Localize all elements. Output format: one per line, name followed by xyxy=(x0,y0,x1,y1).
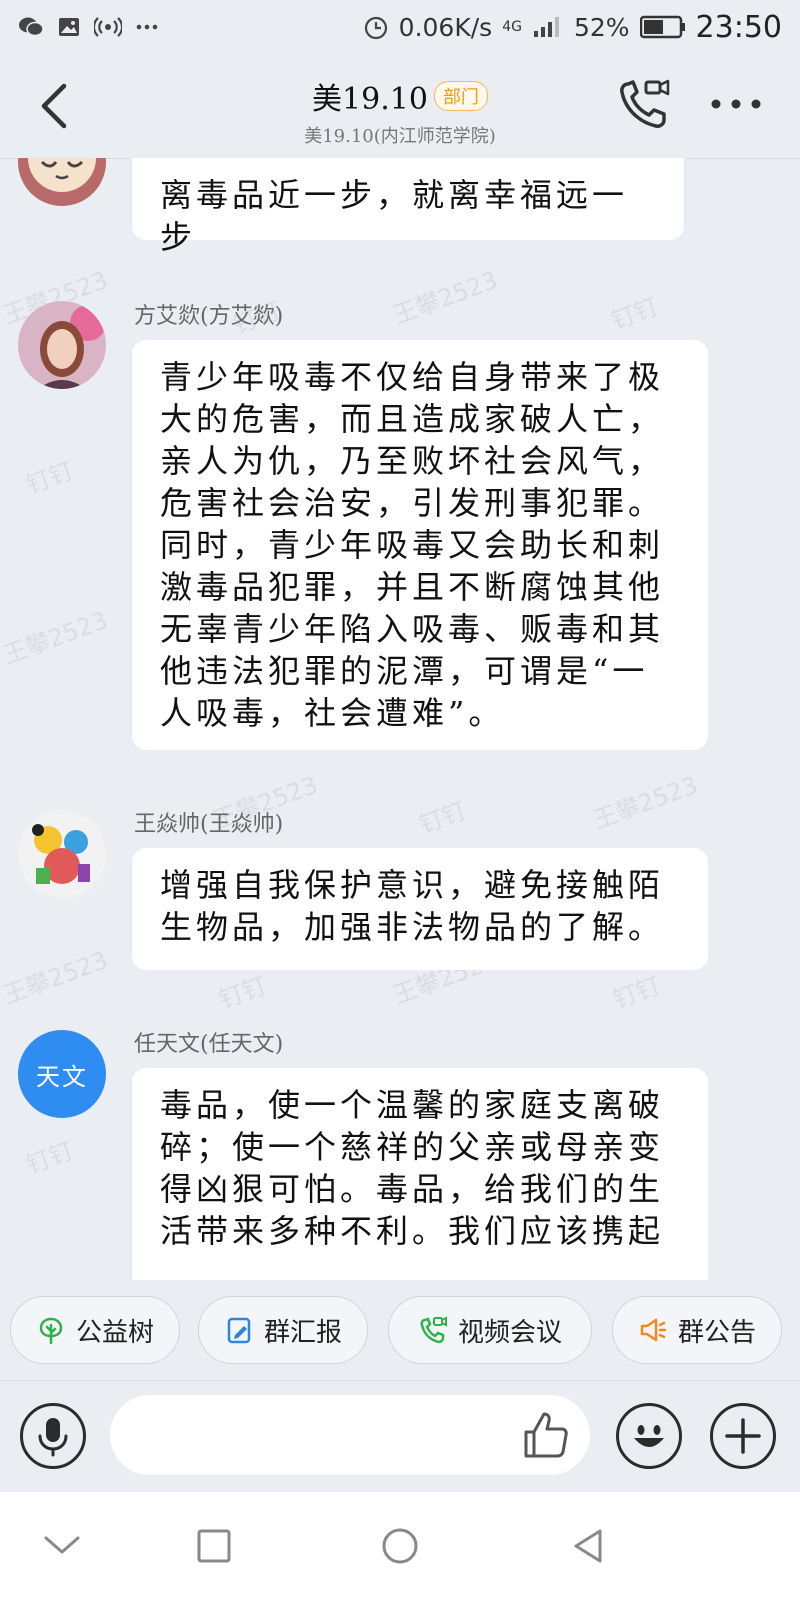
nav-recent-icon[interactable] xyxy=(196,1528,232,1564)
message-text: 毒品，使一个温馨的家庭支离破碎；使一个慈祥的父亲或母亲变得凶狠可怕。毒品，给我们… xyxy=(160,1086,665,1250)
quick-action-label: 视频会议 xyxy=(457,1317,562,1348)
message-text: 离毒品近一步，就离幸福远一步 xyxy=(160,176,629,256)
watermark-name: 王攀2523 xyxy=(0,946,112,1010)
nav-home-icon[interactable] xyxy=(380,1526,420,1566)
more-icon[interactable] xyxy=(710,94,762,114)
network-label: 4G xyxy=(502,19,522,35)
watermark-name: 王攀2523 xyxy=(389,266,502,330)
message-bubble[interactable]: 毒品，使一个温馨的家庭支离破碎；使一个慈祥的父亲或母亲变得凶狠可怕。毒品，给我们… xyxy=(132,1068,708,1280)
alarm-icon xyxy=(364,16,387,40)
broadcast-icon xyxy=(94,17,122,37)
image-icon xyxy=(59,18,79,36)
sender-name: 王焱帅(王焱帅) xyxy=(134,812,284,837)
quick-action-group-report[interactable]: 群汇报 xyxy=(198,1296,368,1364)
signal-icon xyxy=(533,17,559,37)
microphone-icon xyxy=(38,1418,68,1457)
watermark-app: 钉钉 xyxy=(22,1136,78,1180)
input-bar xyxy=(0,1380,800,1493)
watermark-app: 钉钉 xyxy=(215,971,271,1015)
quick-action-label: 群汇报 xyxy=(263,1317,342,1348)
add-icon xyxy=(725,1418,761,1454)
watermark-app: 钉钉 xyxy=(607,292,663,336)
chat-subtitle: 美19.10(内江师范学院) xyxy=(304,126,496,147)
watermark-app: 钉钉 xyxy=(22,456,78,500)
nav-down-icon[interactable] xyxy=(42,1530,82,1560)
watermark-app: 钉钉 xyxy=(415,796,471,840)
message-bubble[interactable]: 增强自我保护意识，避免接触陌生物品，加强非法物品的了解。 xyxy=(132,848,708,970)
net-speed: 0.06K/s xyxy=(398,12,493,42)
message-bubble[interactable]: 离毒品近一步，就离幸福远一步 xyxy=(132,158,684,256)
avatar[interactable] xyxy=(18,301,106,389)
avatar[interactable] xyxy=(18,810,106,898)
video-meeting-icon xyxy=(420,1316,447,1344)
thumbs-up-icon[interactable] xyxy=(518,1408,572,1462)
avatar[interactable]: 天文 xyxy=(18,1030,106,1118)
watermark-app: 钉钉 xyxy=(609,971,665,1015)
dept-badge: 部门 xyxy=(433,81,488,111)
avatar[interactable] xyxy=(18,158,106,206)
quick-action-public-tree[interactable]: 公益树 xyxy=(10,1296,180,1364)
watermark-name: 王攀2523 xyxy=(589,771,702,835)
avatar-initials: 天文 xyxy=(36,1062,88,1091)
wechat-icon xyxy=(19,17,44,37)
clock: 23:50 xyxy=(695,9,782,45)
message-text: 增强自我保护意识，避免接触陌生物品，加强非法物品的了解。 xyxy=(160,866,665,946)
chat-title: 美19.10 xyxy=(312,82,428,117)
quick-action-bar: 公益树 群汇报 视频会议 群公告 xyxy=(0,1280,800,1380)
sender-name: 方艾欻(方艾欻) xyxy=(134,304,284,329)
battery-icon xyxy=(639,15,685,39)
add-button[interactable] xyxy=(710,1403,776,1469)
megaphone-icon xyxy=(640,1318,667,1342)
sender-name: 任天文(任天文) xyxy=(134,1032,284,1057)
title-area[interactable]: 美19.10 部门 美19.10(内江师范学院) xyxy=(0,74,800,148)
status-bar: 0.06K/s 4G 52% 23:50 xyxy=(0,0,800,54)
message-list[interactable]: 王攀2523 王攀2523 钉钉 钉钉 钉钉 王攀2523 王攀2523 钉钉 … xyxy=(0,158,800,1280)
quick-action-label: 公益树 xyxy=(75,1317,154,1348)
quick-action-group-notice[interactable]: 群公告 xyxy=(612,1296,782,1364)
quick-action-label: 群公告 xyxy=(677,1317,756,1348)
video-call-icon[interactable] xyxy=(616,76,672,132)
battery-percent: 52% xyxy=(573,12,630,42)
message-text: 青少年吸毒不仅给自身带来了极大的危害，而且造成家破人亡，亲人为仇，乃至败坏社会风… xyxy=(160,358,665,732)
emoji-button[interactable] xyxy=(616,1403,682,1469)
system-nav-bar xyxy=(0,1492,800,1600)
message-bubble[interactable]: 青少年吸毒不仅给自身带来了极大的危害，而且造成家破人亡，亲人为仇，乃至败坏社会风… xyxy=(132,340,708,750)
report-icon xyxy=(227,1317,251,1344)
more-dots-icon xyxy=(136,24,158,30)
watermark-name: 王攀2523 xyxy=(0,606,112,670)
quick-action-video-meeting[interactable]: 视频会议 xyxy=(388,1296,592,1364)
emoji-icon xyxy=(634,1425,664,1447)
microphone-button[interactable] xyxy=(20,1403,86,1469)
nav-back-icon[interactable] xyxy=(568,1526,608,1566)
tree-icon xyxy=(39,1317,63,1345)
chat-header: 美19.10 部门 美19.10(内江师范学院) xyxy=(0,54,800,159)
